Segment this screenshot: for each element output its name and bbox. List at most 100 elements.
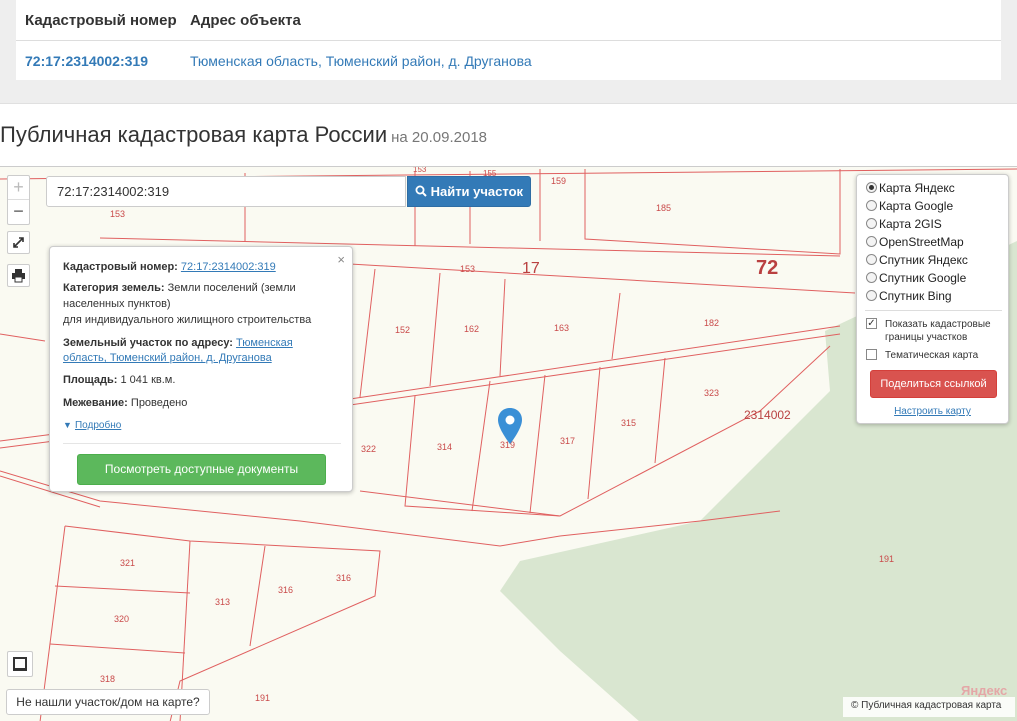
quarter-label: 2314002 xyxy=(744,408,791,422)
parcel-label: 153 xyxy=(110,209,126,219)
layers-divider xyxy=(865,310,1002,311)
parcel-label: 322 xyxy=(361,444,377,454)
zoom-out-button[interactable]: − xyxy=(8,200,29,224)
layer-option-yandex-satellite[interactable]: Спутник Яндекс xyxy=(866,252,968,269)
layer-label: Карта 2GIS xyxy=(879,217,942,231)
popup-category-row: Категория земель: Земли поселений (земли xyxy=(63,280,341,296)
radio-icon[interactable] xyxy=(866,272,877,283)
popup-cadastral-label: Кадастровый номер: xyxy=(63,261,178,273)
radio-icon[interactable] xyxy=(866,254,877,265)
parcel-label: 162 xyxy=(464,324,480,334)
expand-icon xyxy=(13,237,24,248)
show-borders-label: Показать кадастровые xyxy=(885,319,991,330)
popup-area-label: Площадь: xyxy=(63,374,118,386)
popup-divider xyxy=(63,443,341,444)
parcel-label: 320 xyxy=(114,614,130,624)
search-input[interactable] xyxy=(46,176,406,207)
parcel-label: 191 xyxy=(879,554,895,564)
popup-address-label: Земельный участок по адресу: xyxy=(63,337,233,349)
header-cadastral-number: Кадастровый номер xyxy=(25,12,177,29)
zoom-control: + − xyxy=(7,175,30,225)
radio-icon[interactable] xyxy=(866,290,877,301)
popup-survey-row: Межевание: Проведено xyxy=(63,395,341,411)
parcel-label: 315 xyxy=(621,418,637,428)
radio-selected-icon[interactable] xyxy=(866,182,877,193)
yandex-logo: Яндекс xyxy=(961,683,1008,698)
not-found-button[interactable]: Не нашли участок/дом на карте? xyxy=(6,689,210,715)
parcel-label: 316 xyxy=(336,573,352,583)
parcel-label: 323 xyxy=(704,388,720,398)
popup-cadastral-link[interactable]: 72:17:2314002:319 xyxy=(181,261,276,273)
parcel-label: 163 xyxy=(554,323,570,333)
map-legend-button[interactable] xyxy=(7,651,33,677)
radio-icon[interactable] xyxy=(866,200,877,211)
parcel-label: 317 xyxy=(560,436,576,446)
radio-icon[interactable] xyxy=(866,218,877,229)
popup-address-row: Земельный участок по адресу: Тюменская xyxy=(63,335,341,351)
thematic-map-label: Тематическая карта xyxy=(885,350,979,361)
popup-address-link[interactable]: Тюменская xyxy=(236,337,293,349)
popup-address-link-line2[interactable]: область, Тюменский район, д. Друганова xyxy=(63,352,272,364)
radio-icon[interactable] xyxy=(866,236,877,247)
search-button[interactable]: Найти участок xyxy=(407,176,531,207)
popup-category-value: Земли поселений (земли xyxy=(167,282,296,294)
setup-map-link[interactable]: Настроить карту xyxy=(857,406,1008,417)
table-header: Кадастровый номер Адрес объекта xyxy=(16,0,1001,41)
show-borders-toggle[interactable]: ✓ Показать кадастровые границы участков xyxy=(866,318,991,344)
result-address-link[interactable]: Тюменская область, Тюменский район, д. Д… xyxy=(190,53,532,69)
page-title: Публичная кадастровая карта России на 20.… xyxy=(0,122,487,148)
popup-category-line3: для индивидуального жилищного строительс… xyxy=(63,314,312,326)
parcel-label: 185 xyxy=(656,203,672,213)
popup-area-row: Площадь: 1 041 кв.м. xyxy=(63,372,341,388)
map-pin-icon[interactable] xyxy=(498,408,522,444)
show-borders-label-line2: границы участков xyxy=(885,332,968,343)
results-table: Кадастровый номер Адрес объекта 72:17:23… xyxy=(16,0,1001,80)
layer-option-bing-satellite[interactable]: Спутник Bing xyxy=(866,288,952,305)
parcel-label: 159 xyxy=(551,176,567,186)
layer-option-osm[interactable]: OpenStreetMap xyxy=(866,234,964,251)
frame-icon xyxy=(13,657,27,671)
map-copyright[interactable]: © Публичная кадастровая карта xyxy=(843,697,1015,717)
parcel-label: 153 xyxy=(460,264,476,274)
checkbox-checked-icon[interactable]: ✓ xyxy=(866,318,877,329)
checkbox-icon[interactable] xyxy=(866,349,877,360)
page-date: на 20.09.2018 xyxy=(391,129,488,146)
parcel-label: 153 xyxy=(413,166,427,174)
section-divider xyxy=(0,103,1017,104)
layer-option-yandex-map[interactable]: Карта Яндекс xyxy=(866,180,955,197)
search-icon xyxy=(415,185,427,197)
header-address: Адрес объекта xyxy=(190,12,301,29)
view-documents-button[interactable]: Посмотреть доступные документы xyxy=(77,454,326,485)
popup-category-label: Категория земель: xyxy=(63,282,165,294)
layer-option-2gis-map[interactable]: Карта 2GIS xyxy=(866,216,942,233)
parcel-label: 318 xyxy=(100,674,116,684)
layer-label: OpenStreetMap xyxy=(879,235,964,249)
parcel-label: 314 xyxy=(437,442,453,452)
layer-label: Спутник Bing xyxy=(879,289,952,303)
layers-panel: Карта Яндекс Карта Google Карта 2GIS Ope… xyxy=(856,174,1009,424)
layer-label: Спутник Google xyxy=(879,271,967,285)
parcel-label: 316 xyxy=(278,585,294,595)
district-label: 17 xyxy=(522,260,540,277)
page-title-text: Публичная кадастровая карта России xyxy=(0,122,388,147)
parcel-label: 152 xyxy=(395,325,411,335)
parcel-label: 182 xyxy=(704,318,720,328)
result-cadastral-link[interactable]: 72:17:2314002:319 xyxy=(25,53,148,69)
layer-option-google-satellite[interactable]: Спутник Google xyxy=(866,270,966,287)
popup-area-value: 1 041 кв.м. xyxy=(120,374,176,386)
caret-down-icon: ▼ xyxy=(63,420,72,430)
more-details-link[interactable]: Подробно xyxy=(75,420,121,431)
search-button-label: Найти участок xyxy=(430,184,524,199)
share-link-button[interactable]: Поделиться ссылкой xyxy=(870,370,997,398)
printer-icon xyxy=(12,269,25,283)
print-button[interactable] xyxy=(7,264,30,287)
parcel-popup: × Кадастровый номер: 72:17:2314002:319 К… xyxy=(49,246,353,492)
zoom-in-button[interactable]: + xyxy=(8,176,29,200)
layer-option-google-map[interactable]: Карта Google xyxy=(866,198,953,215)
fullscreen-button[interactable] xyxy=(7,231,30,254)
parcel-label: 321 xyxy=(120,558,136,568)
layer-label: Карта Google xyxy=(879,199,954,213)
popup-survey-label: Межевание: xyxy=(63,397,128,409)
thematic-map-toggle[interactable]: Тематическая карта xyxy=(866,349,978,362)
popup-category-line2: населенных пунктов) xyxy=(63,298,171,310)
